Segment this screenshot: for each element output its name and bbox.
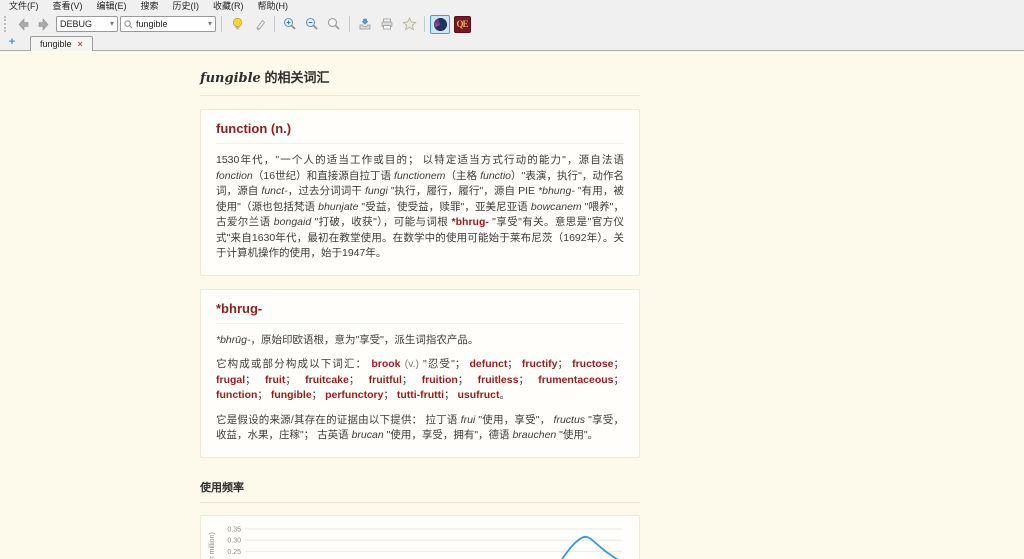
entry-paragraph: 1530年代，"一个人的适当工作或目的； 以特定适当方式行动的能力"，源自法语 … (216, 154, 624, 260)
toolbar-separator (349, 16, 350, 32)
eraser-icon (255, 19, 265, 30)
entry-link[interactable]: fruition (422, 374, 458, 386)
star-icon (401, 17, 417, 31)
entry-link[interactable]: frumentaceous (538, 374, 613, 386)
zoom-out-button[interactable] (302, 15, 322, 34)
forward-button[interactable] (34, 15, 54, 34)
zoom-out-icon (305, 17, 318, 30)
back-icon (18, 17, 28, 31)
menubar: 文件(F) 查看(V) 编辑(E) 搜索 历史(I) 收藏(R) 帮助(H) (0, 0, 1024, 13)
tab-label: fungible (40, 39, 72, 49)
entry-link[interactable]: *bhrug- (452, 216, 489, 228)
print-button[interactable] (377, 15, 397, 34)
menu-file[interactable]: 文件(F) (2, 0, 46, 13)
entry-link[interactable]: fruit (265, 374, 285, 386)
zoom-reset-icon (327, 17, 340, 30)
language-sphere-icon (433, 17, 447, 31)
content-area: fungible 的相关词汇 function (n.) 1530年代，"一个人… (0, 51, 1024, 559)
menu-help[interactable]: 帮助(H) (251, 0, 296, 13)
entry-link[interactable]: defunct (469, 358, 507, 370)
zoom-in-icon (283, 17, 296, 30)
entry-card-bhrug: *bhrug- *bhrūg-，原始印欧语根，意为"享受"，派生词指农产品。 它… (200, 288, 640, 458)
frequency-line-chart: 00.050.100.150.200.250.300.3518001820184… (205, 520, 635, 559)
new-tab-button[interactable]: + (4, 35, 20, 50)
hint-button[interactable] (227, 15, 247, 34)
clear-button[interactable] (249, 15, 269, 34)
entry-headword[interactable]: *bhrug- (216, 301, 624, 324)
etymonline-home-button[interactable]: QE (452, 15, 472, 34)
page-title-headword: fungible (200, 71, 261, 86)
lightbulb-icon (232, 17, 242, 30)
save-archive-icon (359, 18, 371, 30)
menu-view[interactable]: 查看(V) (46, 0, 90, 13)
entry-link[interactable]: fruitcake (305, 374, 349, 386)
menu-search[interactable]: 搜索 (134, 0, 166, 13)
entry-link[interactable]: usufruct (458, 389, 500, 401)
toolbar-separator (221, 16, 222, 32)
tab-close-icon[interactable]: × (78, 39, 83, 49)
back-button[interactable] (12, 15, 32, 34)
entry-link[interactable]: brook (371, 358, 400, 370)
favorite-button[interactable] (399, 15, 419, 34)
entry-link[interactable]: frugal (216, 374, 245, 386)
entry-paragraph: 它构成或部分构成以下词汇： brook (v.) "忍受"； defunct； … (216, 358, 625, 402)
svg-text:Frequency (per million): Frequency (per million) (209, 532, 216, 559)
menu-history[interactable]: 历史(I) (166, 0, 207, 13)
chevron-down-icon: ▾ (109, 19, 114, 28)
translation-toggle-button[interactable] (430, 14, 450, 34)
menu-favorites[interactable]: 收藏(R) (206, 0, 251, 13)
entry-link[interactable]: tutti-frutti (397, 389, 444, 401)
zoom-reset-button[interactable] (324, 15, 344, 34)
save-page-button[interactable] (355, 15, 375, 34)
forward-icon (38, 17, 48, 31)
debug-select[interactable]: DEBUG ▾ (56, 16, 118, 32)
chevron-down-icon: ▾ (207, 19, 212, 28)
page-title-suffix: 的相关词汇 (260, 70, 330, 85)
tab-fungible[interactable]: fungible × (30, 36, 93, 51)
etymonline-logo-text: QE (456, 19, 468, 29)
tabbar: + fungible × (0, 35, 1024, 51)
svg-text:0.35: 0.35 (227, 526, 241, 533)
search-input[interactable] (136, 19, 194, 29)
entry-link[interactable]: fruitless (478, 374, 519, 386)
entry-link[interactable]: fructose (572, 358, 613, 370)
entry-paragraph: 它是假设的来源/其存在的证据由以下提供： 拉丁语 frui "使用，享受"， f… (216, 413, 624, 442)
page-title: fungible 的相关词汇 (200, 67, 640, 96)
printer-icon (381, 18, 393, 30)
frequency-chart-card: 00.050.100.150.200.250.300.3518001820184… (200, 514, 640, 559)
toolbar-separator (424, 16, 425, 32)
entry-paragraph: *bhrūg-，原始印欧语根，意为"享受"，派生词指农产品。 (216, 333, 479, 346)
toolbar: DEBUG ▾ ▾ (0, 13, 1024, 35)
svg-text:0.30: 0.30 (227, 538, 241, 545)
toolbar-drag-handle[interactable] (4, 16, 8, 32)
entry-link[interactable]: fruitful (369, 374, 402, 386)
entry-link[interactable]: perfunctory (325, 389, 383, 401)
entry-card-function: function (n.) 1530年代，"一个人的适当工作或目的； 以特定适当… (200, 109, 640, 276)
entry-headword[interactable]: function (n.) (216, 121, 624, 144)
toolbar-separator (274, 16, 275, 32)
debug-select-value: DEBUG (60, 19, 93, 29)
etymonline-logo-icon: QE (453, 15, 471, 33)
search-icon (124, 19, 133, 28)
svg-text:0.25: 0.25 (227, 549, 241, 556)
entry-link[interactable]: fructify (522, 358, 558, 370)
entry-link[interactable]: fungible (271, 389, 312, 401)
entry-link[interactable]: function (216, 389, 257, 401)
zoom-in-button[interactable] (280, 15, 300, 34)
menu-edit[interactable]: 编辑(E) (90, 0, 134, 13)
search-combobox[interactable]: ▾ (120, 16, 216, 32)
frequency-section-title: 使用频率 (200, 479, 640, 503)
